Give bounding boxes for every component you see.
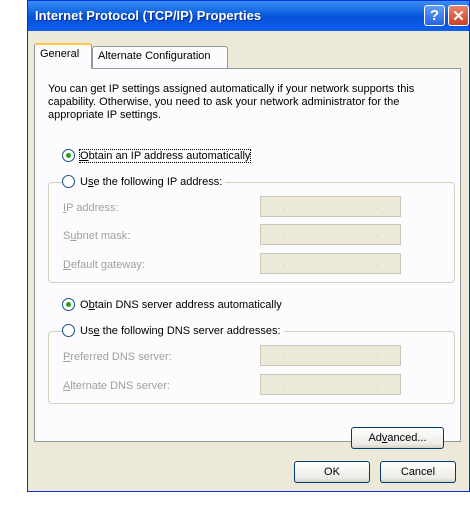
advanced-button[interactable]: Advanced... <box>351 427 444 449</box>
close-icon: ✕ <box>452 7 465 25</box>
alternate-dns-field[interactable]: ... <box>260 374 401 395</box>
title-bar[interactable]: Internet Protocol (TCP/IP) Properties ? … <box>28 1 469 31</box>
window-title: Internet Protocol (TCP/IP) Properties <box>35 8 262 23</box>
tab-general-label: General <box>40 48 80 60</box>
use-following-ip-radio[interactable]: Use the following IP address: <box>62 175 226 188</box>
radio-indicator <box>62 298 75 311</box>
obtain-dns-automatically-label: Obtain DNS server address automatically <box>80 298 282 311</box>
preferred-dns-label: Preferred DNS server: <box>63 351 172 363</box>
help-button[interactable]: ? <box>424 5 445 26</box>
preferred-dns-field[interactable]: ... <box>260 345 401 366</box>
radio-indicator <box>62 149 75 162</box>
subnet-mask-label: Subnet mask: <box>63 230 131 242</box>
description-text: You can get IP settings assigned automat… <box>48 83 415 121</box>
ip-address-field[interactable]: ... <box>260 196 401 217</box>
question-mark-icon: ? <box>429 7 440 24</box>
ok-button[interactable]: OK <box>294 461 370 483</box>
cancel-button[interactable]: Cancel <box>380 461 456 483</box>
tab-alternate-configuration[interactable]: Alternate Configuration <box>92 46 228 68</box>
radio-indicator <box>62 175 75 188</box>
tcpip-properties-dialog: Internet Protocol (TCP/IP) Properties ? … <box>27 0 470 492</box>
use-following-ip-label: Use the following IP address: <box>80 175 223 188</box>
use-following-dns-radio[interactable]: Use the following DNS server addresses: <box>62 324 284 337</box>
advanced-button-label: Advanced... <box>368 432 427 444</box>
tab-general[interactable]: General <box>34 43 92 69</box>
obtain-ip-automatically-radio[interactable]: Obtain an IP address automatically <box>62 148 252 163</box>
subnet-mask-field[interactable]: ... <box>260 224 401 245</box>
obtain-dns-automatically-radio[interactable]: Obtain DNS server address automatically <box>62 298 282 311</box>
default-gateway-field[interactable]: ... <box>260 253 401 274</box>
ok-button-label: OK <box>324 466 340 478</box>
use-following-dns-label: Use the following DNS server addresses: <box>80 324 281 337</box>
obtain-ip-automatically-label: Obtain an IP address automatically <box>78 148 252 163</box>
tab-alternate-configuration-label: Alternate Configuration <box>98 50 211 62</box>
radio-indicator <box>62 324 75 337</box>
default-gateway-label: Default gateway: <box>63 259 145 271</box>
close-button[interactable]: ✕ <box>448 5 469 26</box>
cancel-button-label: Cancel <box>400 466 436 478</box>
ip-address-label: IP address: <box>63 202 119 214</box>
alternate-dns-label: Alternate DNS server: <box>63 380 170 392</box>
